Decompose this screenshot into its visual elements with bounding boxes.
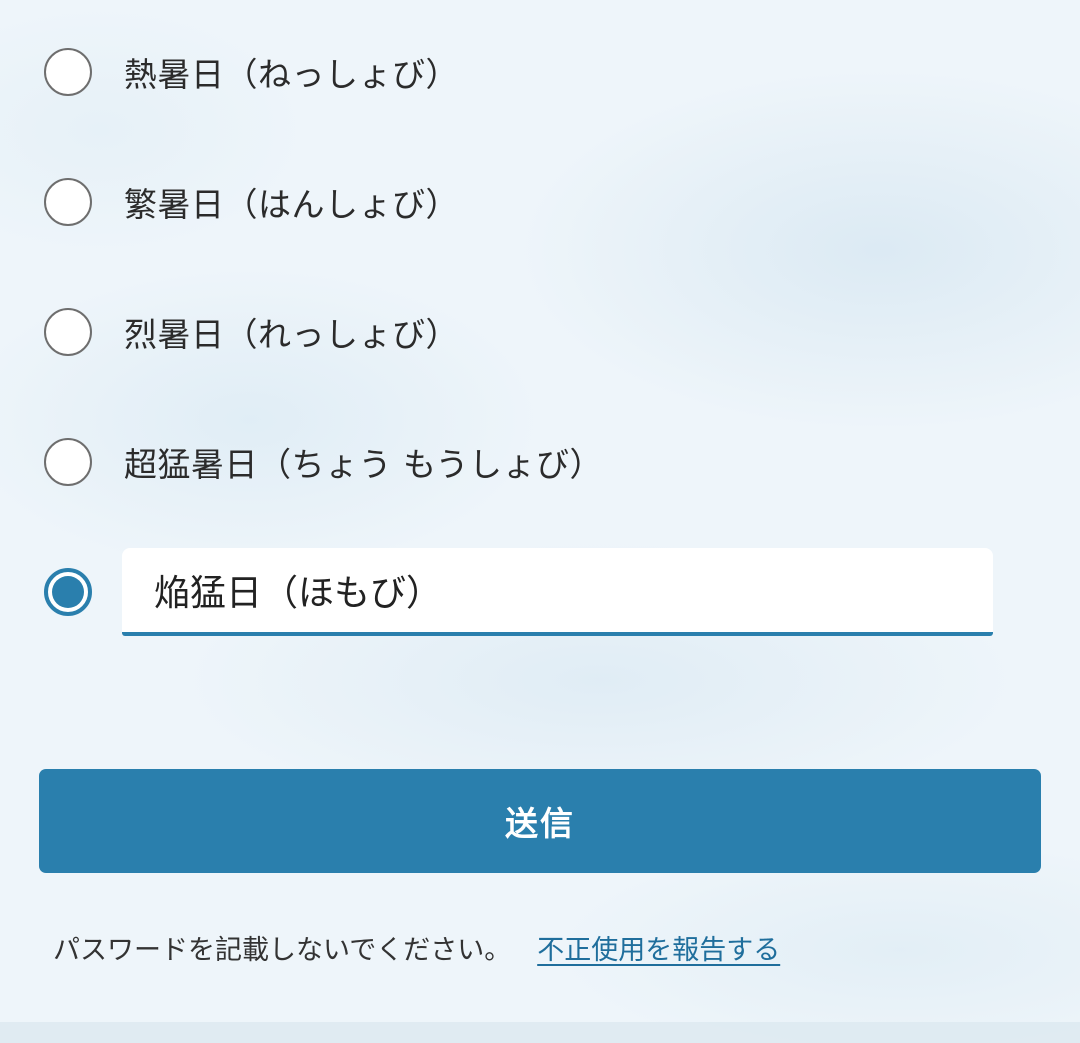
poll-option-3[interactable]: 烈暑日（れっしょび） xyxy=(44,305,459,359)
option-label: 超猛暑日（ちょう もうしょび） xyxy=(124,445,603,484)
option-label: 繁暑日（はんしょび） xyxy=(124,185,459,224)
poll-option-1[interactable]: 熱暑日（ねっしょび） xyxy=(44,45,459,99)
report-abuse-link[interactable]: 不正使用を報告する xyxy=(537,935,780,966)
submit-button[interactable]: 送信 xyxy=(39,769,1041,873)
radio-button[interactable] xyxy=(44,438,92,486)
other-option-input[interactable]: 焔猛日（ほもび） xyxy=(122,548,993,636)
poll-option-5-other[interactable] xyxy=(44,565,92,619)
option-label: 熱暑日（ねっしょび） xyxy=(124,55,459,94)
footer: パスワードを記載しないでください。 不正使用を報告する xyxy=(53,928,780,967)
poll-option-2[interactable]: 繁暑日（はんしょび） xyxy=(44,175,459,229)
other-option-value[interactable]: 焔猛日（ほもび） xyxy=(154,564,442,616)
radio-button[interactable] xyxy=(44,48,92,96)
radio-button[interactable] xyxy=(44,308,92,356)
password-notice: パスワードを記載しないでください。 xyxy=(53,935,512,966)
radio-button[interactable] xyxy=(44,178,92,226)
option-label: 烈暑日（れっしょび） xyxy=(124,315,459,354)
bottom-divider xyxy=(0,1022,1080,1043)
poll-option-4[interactable]: 超猛暑日（ちょう もうしょび） xyxy=(44,435,603,489)
radio-button-selected[interactable] xyxy=(44,568,92,616)
